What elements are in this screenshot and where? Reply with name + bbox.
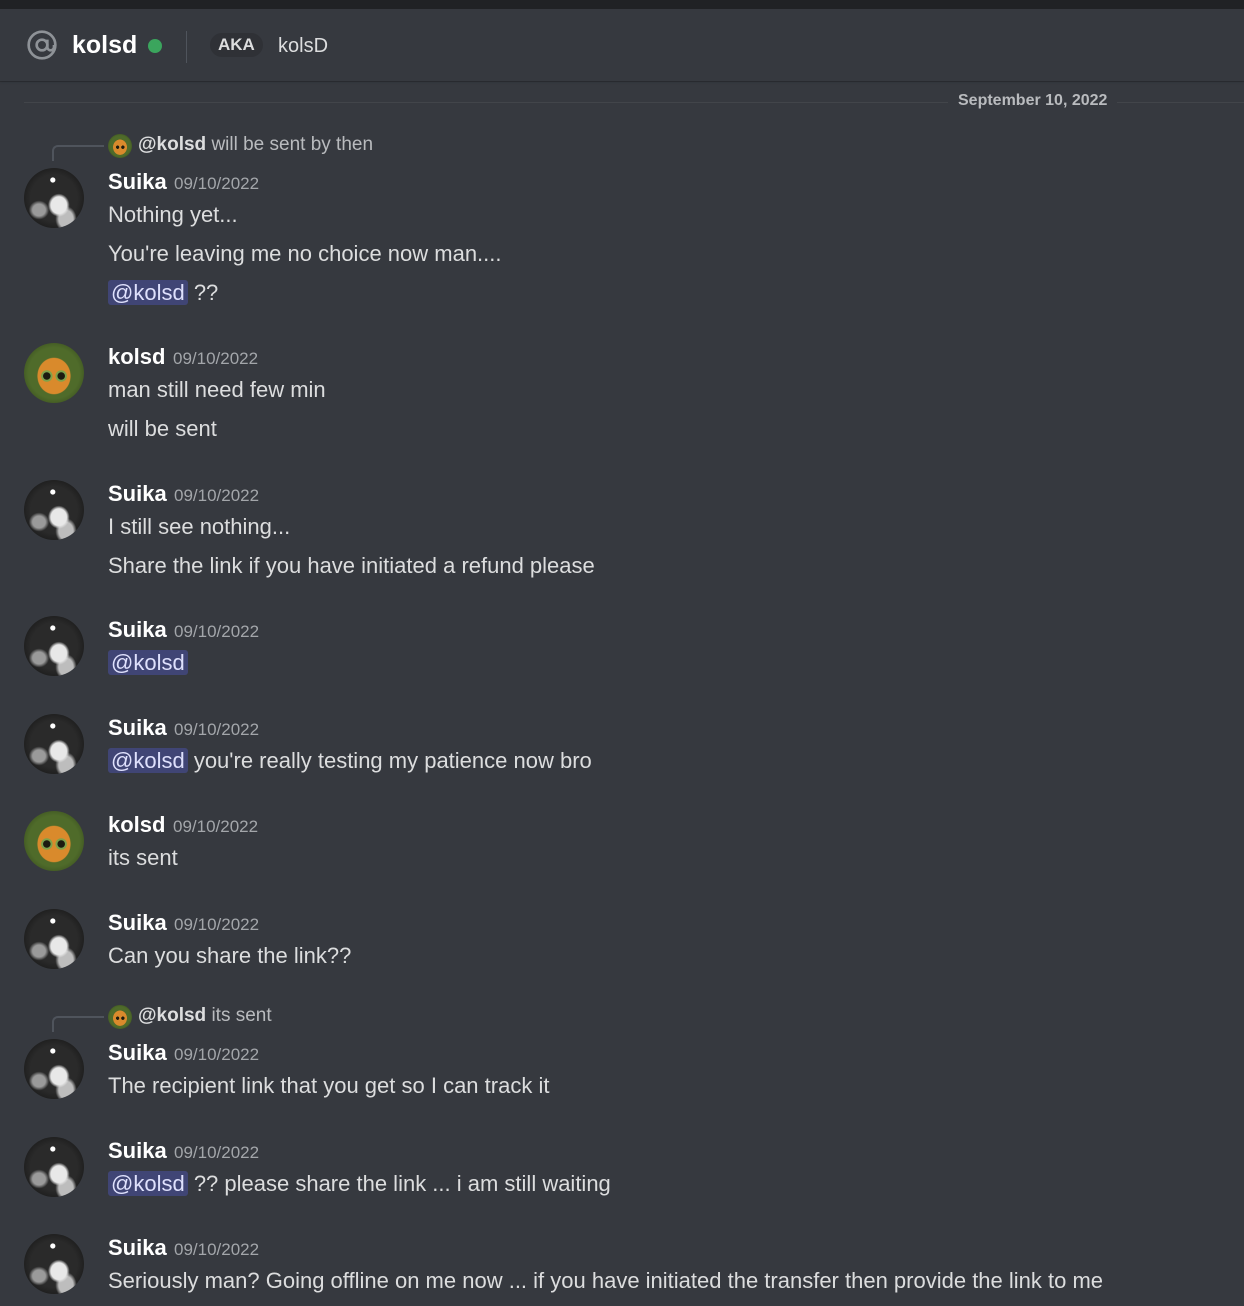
user-mention[interactable]: @kolsd [108,650,188,675]
reply-avatar[interactable] [108,1005,132,1029]
message-text: I still see nothing... [108,514,291,539]
message-timestamp: 09/10/2022 [174,1240,260,1259]
message-author[interactable]: Suika [108,1235,167,1261]
message-text: @kolsd ?? please share the link ... i am… [108,1171,611,1197]
reply-mention[interactable]: @kolsd [138,134,206,155]
avatar[interactable] [24,480,84,540]
message-text: @kolsd [108,650,188,676]
reply-spine [52,145,104,161]
message-timestamp: 09/10/2022 [174,174,260,193]
reply-text: its sent [211,1005,272,1026]
message-text-fragment: ?? please share the link ... i am still … [187,1171,611,1196]
message-text: Nothing yet... [108,202,238,227]
message-text: You're leaving me no choice now man.... [108,241,502,266]
message-author[interactable]: Suika [108,910,167,936]
message-text: @kolsd you're really testing my patience… [108,748,592,774]
message-timestamp: 09/10/2022 [173,349,259,368]
avatar[interactable] [24,616,84,676]
reply-text: will be sent by then [211,134,374,155]
avatar[interactable] [24,1039,84,1099]
channel-header: kolsd AKA kolsD [0,9,1244,81]
avatar[interactable] [24,714,84,774]
message-timestamp: 09/10/2022 [174,1143,260,1162]
message-text: @kolsd ?? [108,280,218,306]
message-text: will be sent [108,416,217,441]
avatar[interactable] [24,811,84,871]
message-timestamp: 09/10/2022 [173,817,259,836]
message-author[interactable]: Suika [108,481,167,507]
message-text: Share the link if you have initiated a r… [108,553,595,578]
message-author[interactable]: Suika [108,1138,167,1164]
aka-badge[interactable]: AKA [210,33,263,57]
user-mention[interactable]: @kolsd [108,1171,188,1196]
aka-name: kolsD [278,35,329,57]
user-mention[interactable]: @kolsd [108,280,188,305]
message-author[interactable]: kolsd [108,344,165,370]
message-text: its sent [108,845,178,870]
date-divider-label: September 10, 2022 [948,92,1118,110]
message-text: Can you share the link?? [108,943,352,968]
reply-avatar[interactable] [108,134,132,158]
message-text: Seriously man? Going offline on me now .… [108,1268,1104,1293]
message-timestamp: 09/10/2022 [174,486,260,505]
message-author[interactable]: Suika [108,617,167,643]
at-icon [27,30,57,60]
avatar[interactable] [24,1234,84,1294]
message-timestamp: 09/10/2022 [174,622,260,641]
reply-preview[interactable]: @kolsd will be sent by then [138,134,373,156]
avatar[interactable] [24,168,84,228]
reply-spine [52,1016,104,1032]
message-author[interactable]: Suika [108,169,167,195]
message-author[interactable]: Suika [108,715,167,741]
message-author[interactable]: kolsd [108,812,165,838]
message-timestamp: 09/10/2022 [174,720,260,739]
header-divider [186,31,187,63]
reply-mention[interactable]: @kolsd [138,1005,206,1026]
avatar[interactable] [24,909,84,969]
online-status-icon [148,39,162,53]
message-text-fragment: you're really testing my patience now br… [187,748,592,773]
message-text-fragment: ?? [187,280,219,305]
avatar[interactable] [24,1137,84,1197]
message-text: The recipient link that you get so I can… [108,1073,550,1098]
message-text: man still need few min [108,377,326,402]
reply-preview[interactable]: @kolsd its sent [138,1005,272,1027]
avatar[interactable] [24,343,84,403]
window-top-strip [0,0,1244,9]
message-timestamp: 09/10/2022 [174,915,260,934]
user-mention[interactable]: @kolsd [108,748,188,773]
message-author[interactable]: Suika [108,1040,167,1066]
message-timestamp: 09/10/2022 [174,1045,260,1064]
channel-title[interactable]: kolsd [72,31,137,60]
